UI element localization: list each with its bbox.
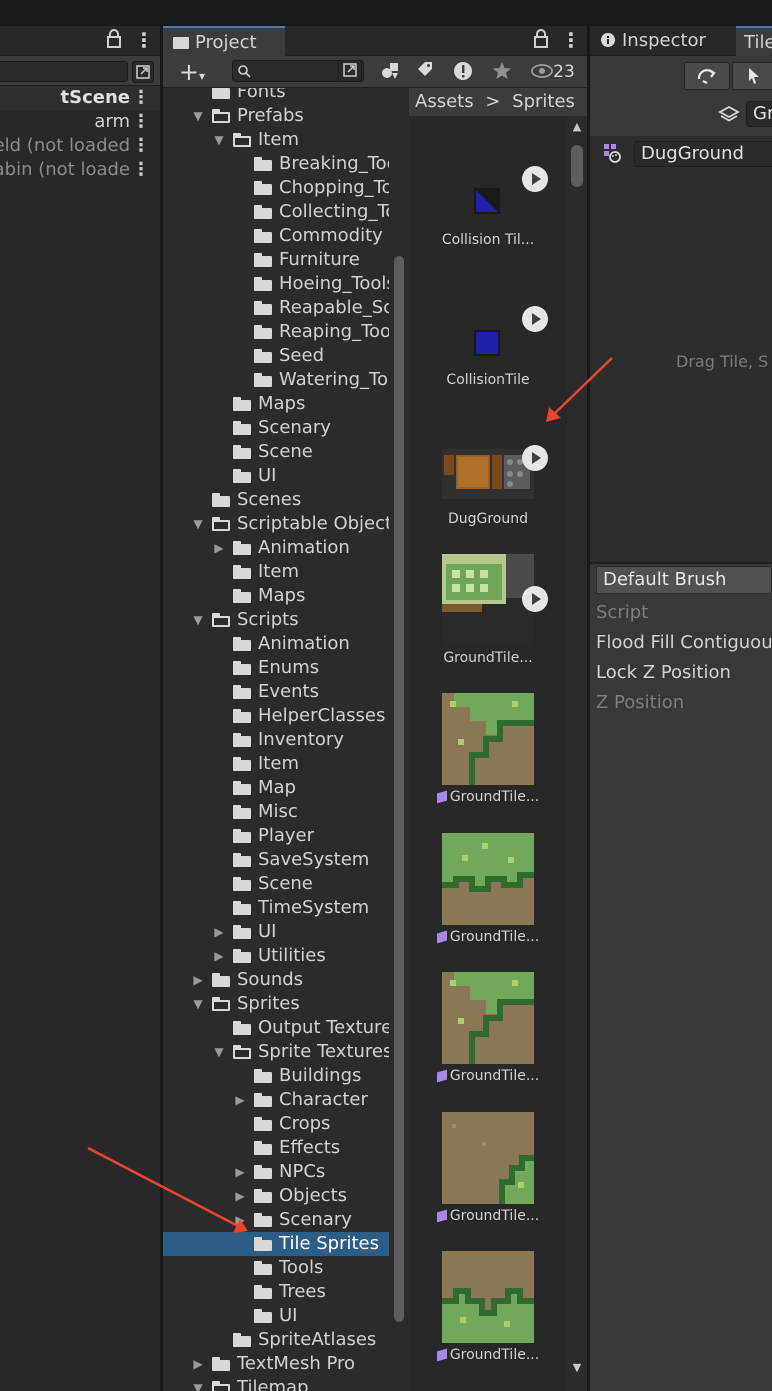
annotation-arrows	[87, 357, 613, 1233]
annotation-arrow-tile-sprites	[87, 1146, 239, 1228]
arrowhead	[233, 1219, 248, 1233]
annotation-arrow-dugground	[551, 357, 613, 417]
